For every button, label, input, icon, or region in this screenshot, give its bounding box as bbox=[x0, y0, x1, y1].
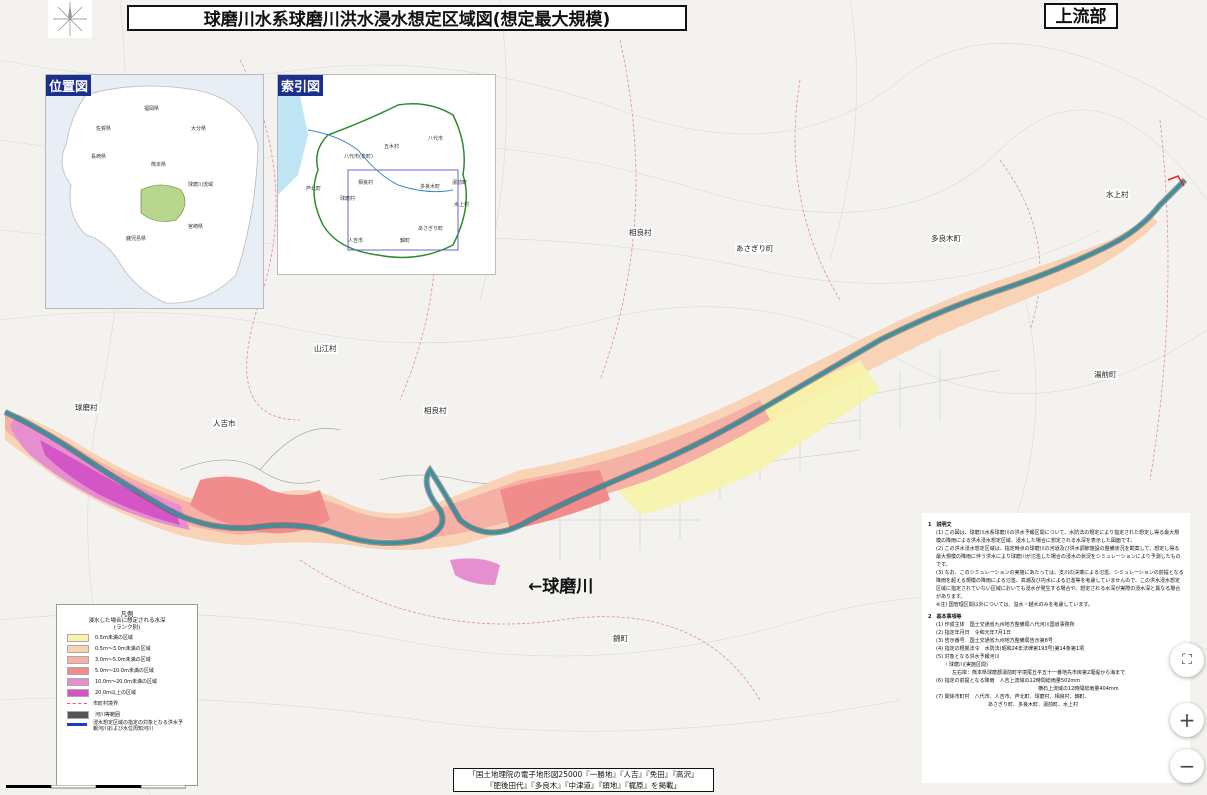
location-map: 位置図 福岡県 大分県 佐賀県 長崎県 熊本県 球磨川流域 宮崎県 鹿児島県 bbox=[45, 74, 264, 309]
notes-item: (3) 告示番号 国土交通省九州地方整備局告示第8号 bbox=[936, 638, 1053, 644]
legend-swatch bbox=[67, 666, 89, 675]
notes-paragraph: (1) この図は、球磨川水系球磨川の洪水予報区間について、水防法の規定により指定… bbox=[936, 530, 1180, 544]
location-label: 鹿児島県 bbox=[126, 236, 147, 242]
legend-swatch bbox=[67, 677, 89, 686]
notes-paragraph: (3) なお、このシミュレーションの実施にあたっては、支川の決壊による氾濫、シミ… bbox=[936, 570, 1184, 600]
index-label: あさぎり町 bbox=[418, 226, 444, 232]
index-label: 相良村 bbox=[358, 180, 374, 186]
fullscreen-button[interactable]: ⛶ bbox=[1170, 643, 1204, 677]
legend-item: 3.0m〜5.0m未満の区域 bbox=[67, 654, 197, 665]
credit-line: 『肥後田代』『多良木』『中津道』『頭地』『梶原』を掲載」 bbox=[486, 781, 681, 790]
legend-item: 河川等範囲 bbox=[67, 709, 197, 720]
location-map-header: 位置図 bbox=[46, 75, 92, 96]
legend-label: 20.0m以上の区域 bbox=[95, 690, 137, 696]
legend-item: 5.0m〜10.0m未満の区域 bbox=[67, 665, 197, 676]
index-label: 八代市 bbox=[428, 136, 444, 142]
legend-label: 0.5m未満の区域 bbox=[95, 635, 133, 641]
place-label: 人吉市 bbox=[212, 418, 237, 429]
notes-item: 横石上流域の12時間総雨量404mm bbox=[1038, 686, 1119, 692]
index-label: 人吉市 bbox=[348, 238, 364, 244]
section-label: 上流部 bbox=[1044, 3, 1118, 29]
legend-label: 浸水想定区域の指定の対象となる洪水予報河川および水位周知河川 bbox=[93, 720, 183, 732]
scale-bar bbox=[6, 785, 186, 789]
legend-swatch bbox=[67, 655, 89, 664]
river-name-label: ←球磨川 bbox=[528, 577, 594, 597]
legend-swatch bbox=[67, 688, 89, 697]
place-label: 山江村 bbox=[313, 343, 338, 354]
legend-swatch bbox=[67, 633, 89, 642]
index-label: 五木村 bbox=[384, 144, 400, 150]
index-map-shape bbox=[278, 75, 495, 274]
legend-label: 河川等範囲 bbox=[95, 712, 121, 718]
zoom-in-button[interactable]: + bbox=[1170, 703, 1204, 737]
notes-paragraph: (2) この洪水浸水想定区域は、指定時点の球磨川の河道及び洪水調節施設の整備状況… bbox=[936, 546, 1181, 568]
legend-item: 20.0m以上の区域 bbox=[67, 687, 197, 698]
legend-subtitle-rank: (ランク別) bbox=[113, 625, 141, 631]
index-label: 多良木町 bbox=[420, 184, 441, 190]
legend-label: 市町村境界 bbox=[93, 701, 119, 707]
location-label: 球磨川流域 bbox=[188, 182, 214, 188]
legend-item: 0.5m〜3.0m未満の区域 bbox=[67, 643, 197, 654]
index-label: 球磨村 bbox=[340, 196, 356, 202]
place-label: 錦町 bbox=[612, 633, 629, 644]
explanatory-notes: 1 説明文 (1) この図は、球磨川水系球磨川の洪水予報区間について、水防法の規… bbox=[922, 513, 1190, 783]
notes-item: あさぎり町、多良木町、湯前町、水上村 bbox=[988, 702, 1079, 708]
index-label: 湯前町 bbox=[452, 180, 468, 186]
legend-item: 市町村境界 bbox=[67, 698, 197, 709]
place-label: 相良村 bbox=[628, 227, 653, 238]
legend-swatch bbox=[67, 644, 89, 653]
notes-item: (1) 作成主体 国土交通省九州地方整備局八代河川国道事務所 bbox=[936, 622, 1075, 628]
location-label: 熊本県 bbox=[151, 162, 167, 168]
notes-item: (6) 指定の前提となる降雨 人吉上流域の12時間総雨量502mm bbox=[936, 678, 1081, 684]
legend-label: 3.0m〜5.0m未満の区域 bbox=[95, 657, 151, 663]
index-label: 八代市(泉町) bbox=[344, 154, 373, 160]
location-label: 長崎県 bbox=[91, 154, 107, 160]
place-label: 水上村 bbox=[1105, 189, 1130, 200]
zoom-out-button[interactable]: − bbox=[1170, 749, 1204, 783]
notes-item: (4) 指定の根拠法令 水防法(昭和24年法律第193号)第14条第1項 bbox=[936, 646, 1085, 652]
legend-label: 5.0m〜10.0m未満の区域 bbox=[95, 668, 154, 674]
place-label: 湯前町 bbox=[1093, 369, 1118, 380]
boundary-line-icon bbox=[67, 703, 87, 704]
location-label: 大分県 bbox=[191, 126, 207, 132]
compass-rose-icon bbox=[48, 0, 92, 38]
index-map-header: 索引図 bbox=[278, 75, 324, 96]
notes-item: ・球磨川(実施区間) bbox=[944, 662, 988, 668]
legend-subtitle: 浸水した場合に想定される水深 bbox=[88, 618, 166, 624]
target-river-line-icon bbox=[67, 723, 87, 726]
notes-heading: 2 基本事項等 bbox=[928, 614, 962, 620]
location-label: 宮崎県 bbox=[188, 224, 204, 230]
place-label: 多良木町 bbox=[930, 233, 962, 244]
legend-item: 0.5m未満の区域 bbox=[67, 632, 197, 643]
notes-item: 左右岸：熊本県球磨郡湯前町字境尾丘平五十一番地先市房第2堰堤から海まで bbox=[952, 670, 1126, 676]
credit-line: 「国土地理院の電子地形図25000『一勝地』『人吉』『免田』『高沢』 bbox=[468, 770, 699, 779]
index-label: 芦北町 bbox=[306, 186, 322, 192]
legend-label: 10.0m〜20.0m未満の区域 bbox=[95, 679, 158, 685]
map-legend: 凡例 浸水した場合に想定される水深 (ランク別) 0.5m未満の区域 0.5m〜… bbox=[56, 604, 198, 786]
index-map: 索引図 八代市 五木村 八代市(泉町) 人吉市 球磨村 相良村 芦北町 湯前町 … bbox=[277, 74, 496, 275]
notes-heading: 1 説明文 bbox=[928, 522, 952, 528]
location-label: 佐賀県 bbox=[96, 126, 112, 132]
notes-item: (7) 関係市町村 八代市、人吉市、芦北町、球磨村、相良村、錦町、 bbox=[936, 694, 1090, 700]
index-label: 錦町 bbox=[400, 238, 411, 244]
location-label: 福岡県 bbox=[144, 106, 160, 112]
map-credit: 「国土地理院の電子地形図25000『一勝地』『人吉』『免田』『高沢』 『肥後田代… bbox=[453, 768, 714, 792]
notes-item: (2) 指定年月日 令和元年7月1日 bbox=[936, 630, 1012, 636]
place-label: 相良村 bbox=[423, 405, 448, 416]
notes-paragraph: ※注) 国管理区間以外については、溢水・越水のみを考慮しています。 bbox=[936, 602, 1093, 608]
place-label: 球磨村 bbox=[74, 402, 99, 413]
place-label: あさぎり町 bbox=[735, 243, 775, 254]
notes-item: (5) 対象となる洪水予報河川 bbox=[936, 654, 1000, 660]
legend-swatch bbox=[67, 710, 89, 719]
legend-item: 10.0m〜20.0m未満の区域 bbox=[67, 676, 197, 687]
legend-label: 0.5m〜3.0m未満の区域 bbox=[95, 646, 151, 652]
legend-item: 浸水想定区域の指定の対象となる洪水予報河川および水位周知河川 bbox=[67, 720, 197, 740]
map-title: 球磨川水系球磨川洪水浸水想定区域図(想定最大規模) bbox=[127, 5, 687, 31]
index-label: 水上村 bbox=[454, 202, 470, 208]
legend-title: 凡例 bbox=[120, 610, 134, 618]
